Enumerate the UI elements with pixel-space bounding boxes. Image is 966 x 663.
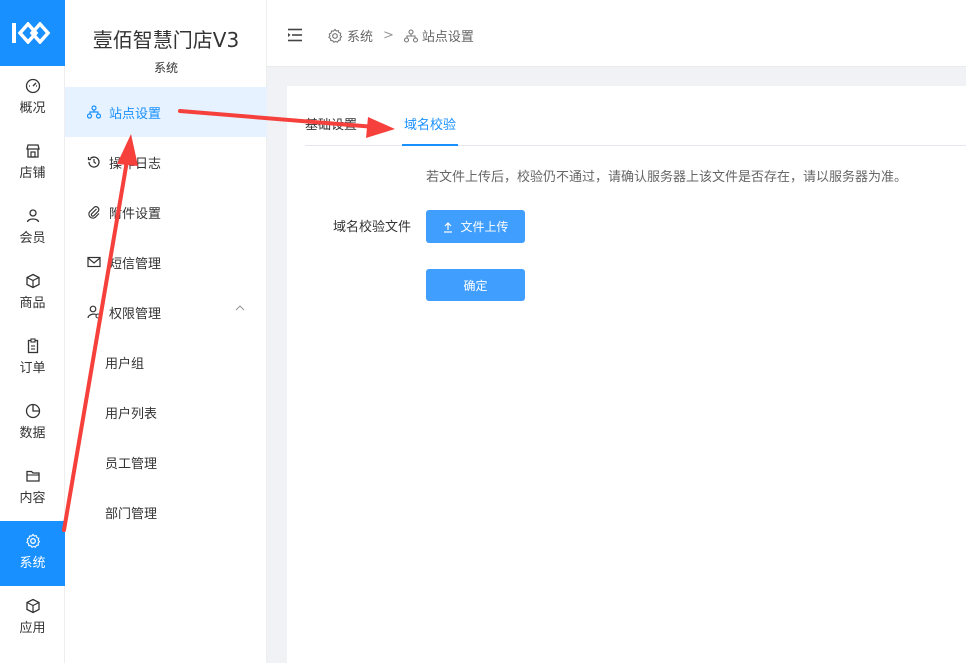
nav-subitem-label: 员工管理: [105, 456, 158, 472]
rail-item-store[interactable]: 店铺: [0, 131, 65, 196]
nav-subitem-user-list[interactable]: 用户列表: [65, 387, 267, 437]
rail-item-goods[interactable]: 商品: [0, 261, 65, 326]
user-permission-icon: [87, 305, 101, 319]
nav-item-site-settings[interactable]: 站点设置: [65, 87, 267, 137]
nav-item-label: 短信管理: [109, 256, 162, 272]
rail-item-label: 概况: [19, 101, 46, 116]
paperclip-icon: [88, 206, 100, 219]
sitemap-icon: [87, 105, 101, 119]
rail-item-data[interactable]: 数据: [0, 391, 65, 456]
breadcrumb-item-system[interactable]: 系统: [347, 26, 373, 45]
nav-subitem-label: 用户组: [105, 356, 145, 372]
rail-item-label: 会员: [19, 231, 46, 246]
rail-item-label: 订单: [19, 361, 46, 376]
app-title: 壹佰智慧门店V3: [92, 28, 240, 52]
nav-subitem-department-management[interactable]: 部门管理: [65, 487, 267, 537]
nav-item-label: 操作日志: [109, 156, 162, 172]
rail-item-label: 应用: [19, 621, 46, 636]
tab-basic-settings[interactable]: 基础设置: [305, 106, 357, 146]
breadcrumb-separator: >: [383, 28, 394, 43]
tab-domain-verification[interactable]: 域名校验: [402, 106, 459, 146]
history-icon: [87, 156, 100, 168]
rail-item-overview[interactable]: 概况: [0, 66, 65, 131]
nav-item-label: 权限管理: [109, 306, 162, 322]
confirm-button[interactable]: 确定: [426, 269, 525, 301]
nav-item-operation-log[interactable]: 操作日志: [65, 137, 267, 187]
nav-item-label: 附件设置: [109, 206, 162, 222]
icon-rail: 概况 店铺 会员 商品 订单 数据 内容 系统 应用: [0, 0, 65, 663]
gear-icon: [25, 533, 40, 549]
clipboard-icon: [27, 338, 38, 354]
nav-item-label: 站点设置: [109, 106, 162, 122]
rail-item-label: 系统: [19, 556, 46, 571]
file-upload-button[interactable]: 文件上传: [426, 210, 525, 243]
top-header: 系统 > 站点设置: [267, 0, 966, 67]
pie-chart-icon: [25, 403, 40, 419]
rail-item-label: 数据: [19, 426, 46, 441]
rail-item-content[interactable]: 内容: [0, 456, 65, 521]
nav-item-permission-management[interactable]: 权限管理: [65, 287, 267, 337]
rail-item-label: 内容: [19, 491, 46, 506]
chevron-up-icon[interactable]: [235, 305, 245, 311]
rail-item-label: 商品: [19, 296, 46, 311]
file-upload-label: 文件上传: [460, 220, 509, 234]
folder-icon: [25, 470, 40, 482]
store-icon: [25, 144, 40, 158]
rail-item-apps[interactable]: 应用: [0, 586, 65, 651]
upload-hint-text: 若文件上传后，校验仍不通过，请确认服务器上该文件是否存在，请以服务器为准。: [426, 170, 908, 185]
dashboard-icon: [25, 78, 40, 94]
nav-item-attachment-settings[interactable]: 附件设置: [65, 187, 267, 237]
logo[interactable]: [0, 0, 65, 66]
breadcrumb: 系统 > 站点设置: [327, 26, 474, 45]
sub-sidebar: 壹佰智慧门店V3 系统 站点设置 操作日志 附件设置 短信管理 权限管理 用户组…: [65, 0, 267, 663]
box-icon: [25, 273, 40, 289]
gear-icon: [328, 28, 343, 43]
rail-item-label: 店铺: [19, 166, 46, 181]
main-content: 基础设置 域名校验 若文件上传后，校验仍不通过，请确认服务器上该文件是否存在，请…: [287, 86, 966, 663]
sitemap-icon: [403, 28, 418, 43]
tab-bar: 基础设置 域名校验: [305, 106, 966, 146]
cube-icon: [25, 598, 40, 614]
domain-file-label: 域名校验文件: [333, 220, 412, 235]
nav-item-sms-management[interactable]: 短信管理: [65, 237, 267, 287]
nav-subitem-label: 部门管理: [105, 506, 158, 522]
logo-icon: [12, 22, 51, 44]
mail-icon: [87, 256, 101, 268]
upload-icon: [444, 221, 453, 233]
nav-subitem-user-group[interactable]: 用户组: [65, 337, 267, 387]
nav-subitem-staff-management[interactable]: 员工管理: [65, 437, 267, 487]
breadcrumb-item-site-settings: 站点设置: [421, 30, 474, 45]
rail-item-order[interactable]: 订单: [0, 326, 65, 391]
user-icon: [26, 209, 39, 223]
rail-item-system[interactable]: 系统: [0, 521, 65, 586]
menu-fold-icon[interactable]: [287, 28, 303, 42]
rail-item-member[interactable]: 会员: [0, 196, 65, 261]
nav-subitem-label: 用户列表: [105, 406, 158, 422]
app-subtitle: 系统: [153, 61, 178, 75]
